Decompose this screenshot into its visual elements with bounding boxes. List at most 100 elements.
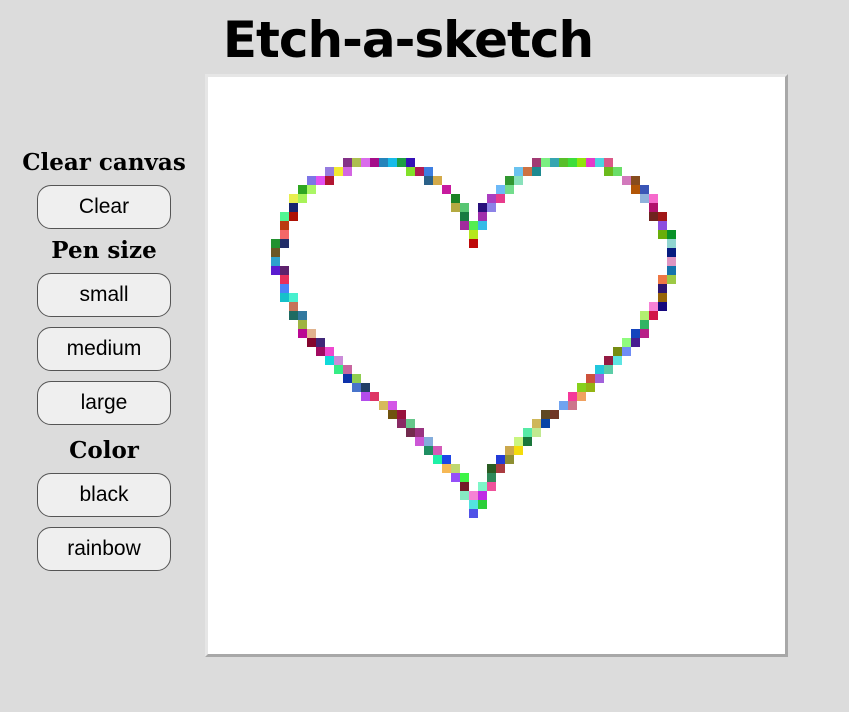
sketch-pixel — [577, 392, 586, 401]
sketch-pixel — [667, 239, 676, 248]
sketch-pixel — [424, 176, 433, 185]
clear-button[interactable]: Clear — [37, 185, 171, 229]
sketch-pixel — [460, 491, 469, 500]
sketch-pixel — [442, 464, 451, 473]
control-panel: Clear canvas Clear Pen size small medium… — [20, 147, 188, 571]
sketch-pixel — [343, 374, 352, 383]
sketch-pixel — [316, 347, 325, 356]
pen-size-small-button[interactable]: small — [37, 273, 171, 317]
sketch-pixel — [460, 221, 469, 230]
sketch-pixel — [658, 221, 667, 230]
color-rainbow-button[interactable]: rainbow — [37, 527, 171, 571]
sketch-pixel — [487, 203, 496, 212]
sketch-pixel — [604, 167, 613, 176]
sketch-pixel — [541, 158, 550, 167]
sketch-pixel — [361, 392, 370, 401]
sketch-pixel — [298, 320, 307, 329]
sketch-pixel — [415, 167, 424, 176]
sketch-pixel — [604, 158, 613, 167]
sketch-pixel — [469, 500, 478, 509]
sketch-pixel — [388, 401, 397, 410]
sketch-pixel — [568, 158, 577, 167]
sketch-pixel — [289, 194, 298, 203]
sketch-pixel — [316, 338, 325, 347]
sketch-pixel — [550, 158, 559, 167]
sketch-pixel — [649, 194, 658, 203]
sketch-pixel — [370, 158, 379, 167]
sketch-pixel — [487, 482, 496, 491]
sketch-pixel — [433, 455, 442, 464]
sketch-pixel — [289, 293, 298, 302]
sketch-canvas[interactable] — [208, 77, 785, 654]
sketch-pixel — [325, 176, 334, 185]
sketch-pixel — [406, 428, 415, 437]
sketch-pixel — [388, 158, 397, 167]
sketch-pixel — [568, 401, 577, 410]
sketch-pixel — [451, 473, 460, 482]
sketch-pixel — [505, 455, 514, 464]
sketch-pixel — [514, 446, 523, 455]
sketch-pixel — [298, 329, 307, 338]
sketch-pixel — [658, 212, 667, 221]
sketch-pixel — [631, 176, 640, 185]
sketch-pixel — [496, 194, 505, 203]
sketch-pixel — [640, 311, 649, 320]
color-black-button[interactable]: black — [37, 473, 171, 517]
sketch-pixel — [658, 230, 667, 239]
sketch-pixel — [613, 167, 622, 176]
sketch-pixel — [280, 284, 289, 293]
sketch-pixel — [397, 158, 406, 167]
sketch-pixel — [640, 329, 649, 338]
sketch-pixel — [622, 176, 631, 185]
sketch-pixel — [649, 302, 658, 311]
sketch-pixel — [460, 473, 469, 482]
sketch-pixel — [586, 383, 595, 392]
sketch-pixel — [469, 239, 478, 248]
sketch-pixel — [388, 410, 397, 419]
sketch-pixel — [280, 230, 289, 239]
sketch-pixel — [631, 329, 640, 338]
sketch-pixel — [541, 419, 550, 428]
sketch-pixel — [424, 437, 433, 446]
sketch-pixel — [622, 347, 631, 356]
sketch-pixel — [559, 401, 568, 410]
sketch-pixel — [307, 176, 316, 185]
sketch-pixel — [460, 203, 469, 212]
sketch-pixel — [289, 302, 298, 311]
sketch-canvas-frame — [205, 74, 788, 657]
sketch-pixel — [577, 383, 586, 392]
page-title: Etch-a-sketch — [222, 11, 594, 69]
sketch-pixel — [352, 383, 361, 392]
sketch-pixel — [595, 158, 604, 167]
sketch-pixel — [415, 428, 424, 437]
sketch-pixel — [280, 221, 289, 230]
sketch-pixel — [541, 410, 550, 419]
sketch-pixel — [289, 212, 298, 221]
sketch-pixel — [424, 167, 433, 176]
sketch-pixel — [658, 293, 667, 302]
sketch-pixel — [325, 347, 334, 356]
sketch-pixel — [505, 446, 514, 455]
pen-size-medium-button[interactable]: medium — [37, 327, 171, 371]
sketch-pixel — [514, 167, 523, 176]
sketch-pixel — [478, 203, 487, 212]
sketch-pixel — [496, 185, 505, 194]
sketch-pixel — [334, 356, 343, 365]
sketch-pixel — [271, 248, 280, 257]
sketch-pixel — [532, 158, 541, 167]
sketch-pixel — [523, 428, 532, 437]
sketch-pixel — [307, 185, 316, 194]
sketch-pixel — [451, 203, 460, 212]
pen-size-large-button[interactable]: large — [37, 381, 171, 425]
sketch-pixel — [442, 185, 451, 194]
sketch-pixel — [613, 347, 622, 356]
color-heading: Color — [69, 437, 139, 464]
sketch-pixel — [298, 185, 307, 194]
sketch-pixel — [406, 419, 415, 428]
sketch-pixel — [289, 203, 298, 212]
sketch-pixel — [307, 338, 316, 347]
sketch-pixel — [406, 167, 415, 176]
sketch-pixel — [523, 167, 532, 176]
sketch-pixel — [577, 158, 586, 167]
sketch-pixel — [496, 464, 505, 473]
